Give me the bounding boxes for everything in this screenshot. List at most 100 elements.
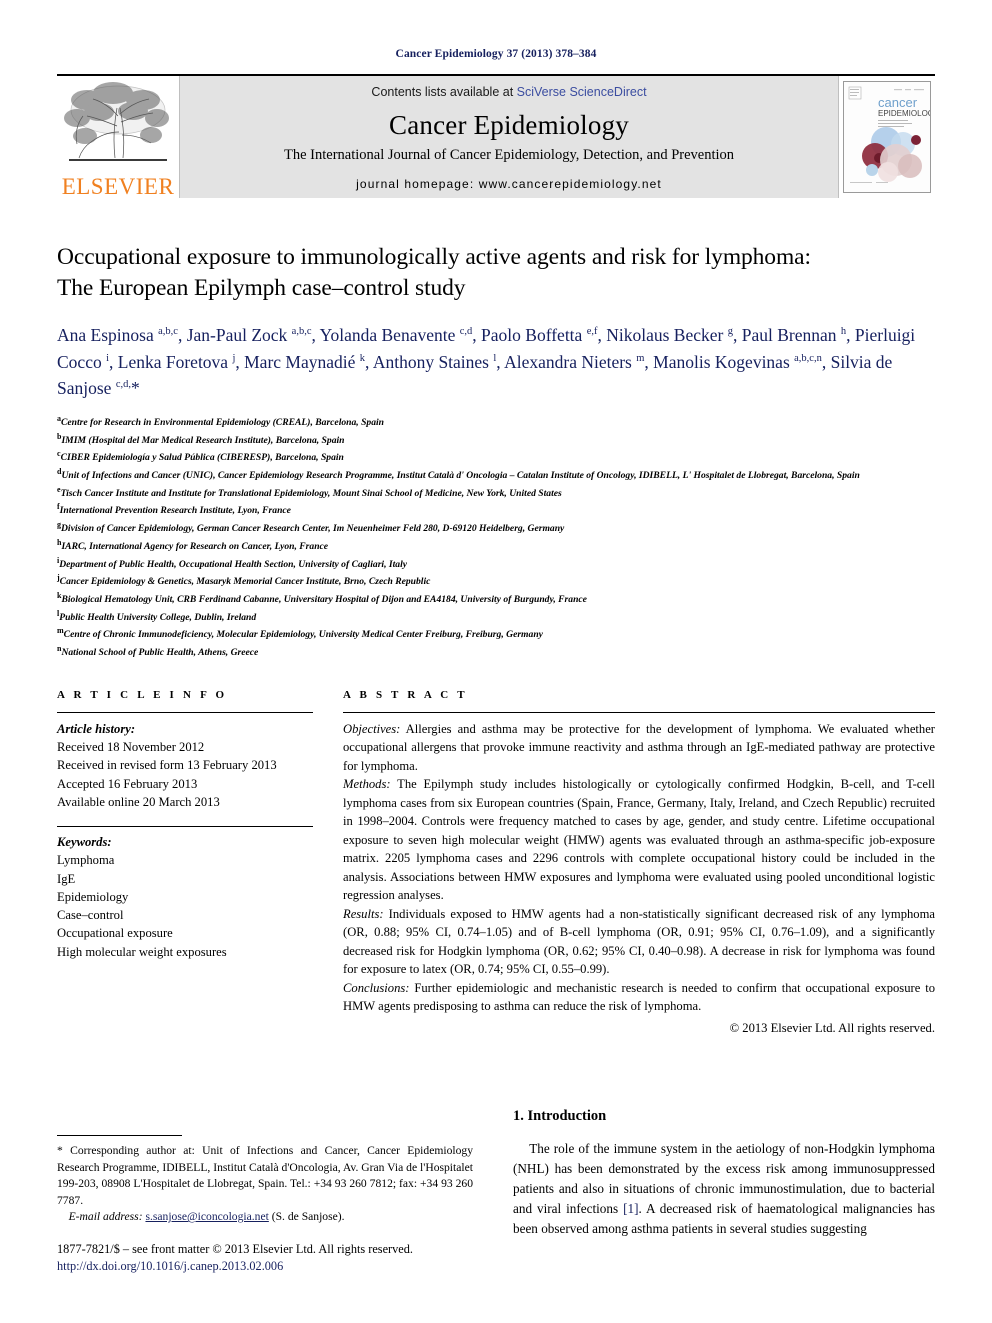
contents-available-line: Contents lists available at SciVerse Sci… — [371, 85, 646, 99]
article-history-items: Received 18 November 2012 Received in rev… — [57, 738, 313, 811]
introduction-heading: 1. Introduction — [513, 1108, 607, 1125]
svg-text:cancer: cancer — [878, 95, 918, 110]
affiliation-text: Centre of Chronic Immunodeficiency, Mole… — [63, 629, 543, 641]
affiliation-text: IMIM (Hospital del Mar Medical Research … — [61, 434, 345, 446]
author-list: Ana Espinosa a,b,c, Jan-Paul Zock a,b,c,… — [57, 325, 916, 399]
affiliation-text: CIBER Epidemiología y Salud Pública (CIB… — [60, 452, 344, 464]
svg-text:EPIDEMIOLOGY: EPIDEMIOLOGY — [878, 109, 930, 118]
keyword-item: High molecular weight exposures — [57, 944, 227, 959]
journal-banner: ELSEVIER Contents lists available at Sci… — [57, 74, 935, 198]
affiliation-item: kBiological Hematology Unit, CRB Ferdina… — [57, 590, 935, 608]
page-title: Occupational exposure to immunologically… — [57, 242, 935, 304]
affiliation-text: Tisch Cancer Institute and Institute for… — [60, 487, 562, 499]
affiliation-list: aCentre for Research in Environmental Ep… — [57, 413, 935, 661]
affiliation-text: International Prevention Research Instit… — [59, 505, 291, 517]
contents-prefix: Contents lists available at — [371, 85, 517, 99]
affiliation-item: jCancer Epidemiology & Genetics, Masaryk… — [57, 572, 935, 590]
affiliation-text: IARC, International Agency for Research … — [61, 541, 329, 553]
email-link[interactable]: s.sanjose@iconcologia.net — [145, 1210, 268, 1223]
journal-subtitle: The International Journal of Cancer Epid… — [283, 147, 735, 163]
keywords-block: Keywords: Lymphoma IgE Epidemiology Case–co… — [57, 826, 313, 961]
conclusions-label: Conclusions: — [343, 980, 410, 995]
elsevier-wordmark: ELSEVIER — [61, 174, 175, 198]
objectives-label: Objectives: — [343, 721, 401, 736]
footnote-body: Corresponding author at: Unit of Infecti… — [57, 1144, 473, 1207]
affiliation-text: Cancer Epidemiology & Genetics, Masaryk … — [59, 576, 431, 588]
page-footer: 1877-7821/$ – see front matter © 2013 El… — [57, 1241, 477, 1275]
journal-article-page: Cancer Epidemiology 37 (2013) 378–384 EL… — [0, 0, 992, 1323]
results-text: Individuals exposed to HMW agents had a … — [343, 906, 935, 977]
article-history-item: Available online 20 March 2013 — [57, 794, 220, 809]
journal-homepage-link[interactable]: journal homepage: www.cancerepidemiology… — [356, 177, 662, 191]
journal-cover-container: cancer EPIDEMIOLOGY — [839, 76, 935, 198]
citation-link-1[interactable]: [1] — [623, 1201, 638, 1216]
affiliation-text: Biological Hematology Unit, CRB Ferdinan… — [61, 594, 587, 606]
sciencedirect-link[interactable]: SciVerse ScienceDirect — [517, 85, 647, 99]
abstract-methods: Methods: The Epilymph study includes his… — [343, 775, 935, 905]
methods-text: The Epilymph study includes histological… — [343, 777, 935, 903]
keyword-item: Case–control — [57, 908, 124, 923]
abstract-results: Results: Individuals exposed to HMW agen… — [343, 905, 935, 979]
conclusions-text: Further epidemiologic and mechanistic re… — [343, 980, 935, 1014]
keyword-item: IgE — [57, 871, 76, 886]
affiliation-item: gDivision of Cancer Epidemiology, German… — [57, 519, 935, 537]
affiliation-text: Department of Public Health, Occupationa… — [59, 558, 408, 570]
keywords-divider — [57, 826, 313, 828]
keywords: Keywords: Lymphoma IgE Epidemiology Case–co… — [57, 833, 313, 961]
running-head: Cancer Epidemiology 37 (2013) 378–384 — [395, 48, 597, 60]
affiliation-item: eTisch Cancer Institute and Institute fo… — [57, 484, 935, 502]
affiliation-item: bIMIM (Hospital del Mar Medical Research… — [57, 431, 935, 449]
issn-line: 1877-7821/$ – see front matter © 2013 El… — [57, 1241, 413, 1256]
title-and-authors: Occupational exposure to immunologically… — [57, 242, 935, 661]
affiliation-item: lPublic Health University College, Dubli… — [57, 608, 935, 626]
email-label: E-mail address: — [68, 1210, 143, 1224]
article-history-item: Accepted 16 February 2013 — [57, 776, 198, 791]
email-suffix: (S. de Sanjose). — [268, 1210, 345, 1224]
corresponding-author-footnote: * Corresponding author at: Unit of Infec… — [57, 1135, 473, 1225]
journal-cover-image: cancer EPIDEMIOLOGY — [843, 81, 931, 193]
affiliation-item: mCentre of Chronic Immunodeficiency, Mol… — [57, 625, 935, 643]
cover-artwork-icon: cancer EPIDEMIOLOGY — [844, 82, 930, 192]
abstract-copyright: © 2013 Elsevier Ltd. All rights reserved… — [729, 1020, 935, 1035]
intro-spacer — [513, 1067, 935, 1108]
affiliation-text: National School of Public Health, Athens… — [61, 647, 259, 659]
introduction-paragraph: The role of the immune system in the aet… — [513, 1139, 935, 1238]
methods-label: Methods: — [343, 777, 391, 792]
abstract-column: A B S T R A C T Objectives: Allergies an… — [343, 689, 935, 1038]
right-column: 1. Introduction The role of the immune s… — [513, 1067, 935, 1238]
keyword-item: Lymphoma — [57, 853, 115, 868]
affiliation-text: Unit of Infections and Cancer (UNIC), Ca… — [61, 470, 860, 482]
title-line-2: The European Epilymph case–control study — [57, 275, 466, 302]
affiliation-item: iDepartment of Public Health, Occupation… — [57, 555, 935, 573]
abstract-conclusions: Conclusions: Further epidemiologic and m… — [343, 979, 935, 1016]
keywords-label: Keywords: — [57, 835, 112, 850]
abstract-objectives: Objectives: Allergies and asthma may be … — [343, 720, 935, 776]
article-info-heading: A R T I C L E I N F O — [57, 688, 228, 701]
footnote-divider — [57, 1135, 182, 1137]
affiliation-item: nNational School of Public Health, Athen… — [57, 643, 935, 661]
article-history-item: Received 18 November 2012 — [57, 740, 205, 755]
abstract-heading: A B S T R A C T — [343, 688, 468, 701]
info-abstract-columns: A R T I C L E I N F O Article history: R… — [57, 689, 935, 1038]
article-history-label: Article history: — [57, 721, 136, 736]
objectives-text: Allergies and asthma may be protective f… — [343, 721, 935, 773]
affiliation-item: fInternational Prevention Research Insti… — [57, 501, 935, 519]
left-column: * Corresponding author at: Unit of Infec… — [57, 1067, 473, 1238]
affiliation-item: aCentre for Research in Environmental Ep… — [57, 413, 935, 431]
article-info-column: A R T I C L E I N F O Article history: R… — [57, 689, 313, 1038]
footnote-text: * Corresponding author at: Unit of Infec… — [57, 1143, 473, 1225]
keyword-item: Epidemiology — [57, 889, 129, 904]
article-history-item: Received in revised form 13 February 201… — [57, 758, 277, 773]
title-line-1: Occupational exposure to immunologically… — [57, 244, 811, 270]
affiliation-text: Centre for Research in Environmental Epi… — [61, 417, 385, 428]
elsevier-logo: ELSEVIER — [57, 76, 179, 198]
article-history: Article history: Received 18 November 20… — [57, 713, 313, 811]
lower-columns: * Corresponding author at: Unit of Infec… — [57, 1067, 935, 1238]
affiliation-item: dUnit of Infections and Cancer (UNIC), C… — [57, 466, 935, 484]
affiliation-item: hIARC, International Agency for Research… — [57, 537, 935, 555]
elsevier-tree-icon — [64, 82, 169, 161]
affiliation-text: Public Health University College, Dublin… — [59, 611, 257, 623]
banner-center: Contents lists available at SciVerse Sci… — [179, 76, 839, 198]
doi-link[interactable]: http://dx.doi.org/10.1016/j.canep.2013.0… — [57, 1258, 477, 1275]
journal-title: Cancer Epidemiology — [389, 110, 629, 140]
